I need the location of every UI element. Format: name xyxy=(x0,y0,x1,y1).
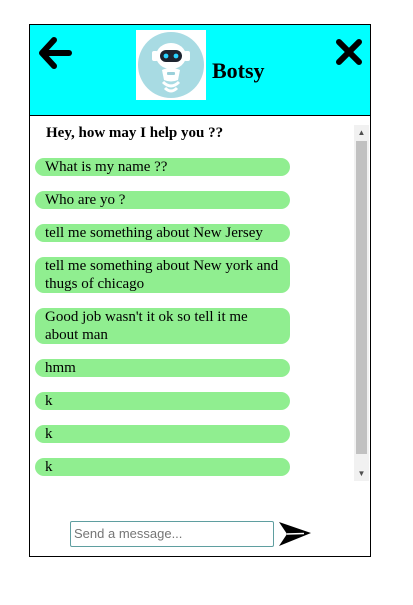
message-list[interactable]: Hey, how may I help you ?? What is my na… xyxy=(30,125,354,481)
bot-greeting: Hey, how may I help you ?? xyxy=(46,125,224,141)
user-message: tell me something about New Jersey xyxy=(35,224,290,242)
chat-window: Botsy Hey, how may I help you ?? What is… xyxy=(29,24,371,557)
avatar xyxy=(136,30,206,100)
back-button[interactable] xyxy=(37,36,73,70)
message-input[interactable] xyxy=(71,522,270,544)
chat-scrollbar[interactable]: ▲ ▼ xyxy=(354,125,369,481)
arrow-left-icon xyxy=(39,37,72,69)
bot-name: Botsy xyxy=(212,58,265,83)
send-icon xyxy=(279,522,311,546)
chat-header: Botsy xyxy=(30,25,370,116)
user-message: k xyxy=(35,392,290,410)
user-message: k xyxy=(35,458,290,476)
user-message: Good job wasn't it ok so tell it me abou… xyxy=(35,308,290,344)
robot-avatar-icon xyxy=(138,32,204,98)
close-button[interactable] xyxy=(334,37,364,67)
user-message: Who are yo ? xyxy=(35,191,290,209)
user-message: What is my name ?? xyxy=(35,158,290,176)
scroll-thumb[interactable] xyxy=(356,141,367,454)
close-icon xyxy=(336,39,362,65)
message-input-box xyxy=(70,521,274,547)
user-message: tell me something about New york and thu… xyxy=(35,257,290,293)
user-message: k xyxy=(35,425,290,443)
send-button[interactable] xyxy=(278,520,312,548)
user-message: hmm xyxy=(35,359,290,377)
scroll-down-arrow-icon[interactable]: ▼ xyxy=(354,466,369,481)
scroll-up-arrow-icon[interactable]: ▲ xyxy=(354,125,369,140)
